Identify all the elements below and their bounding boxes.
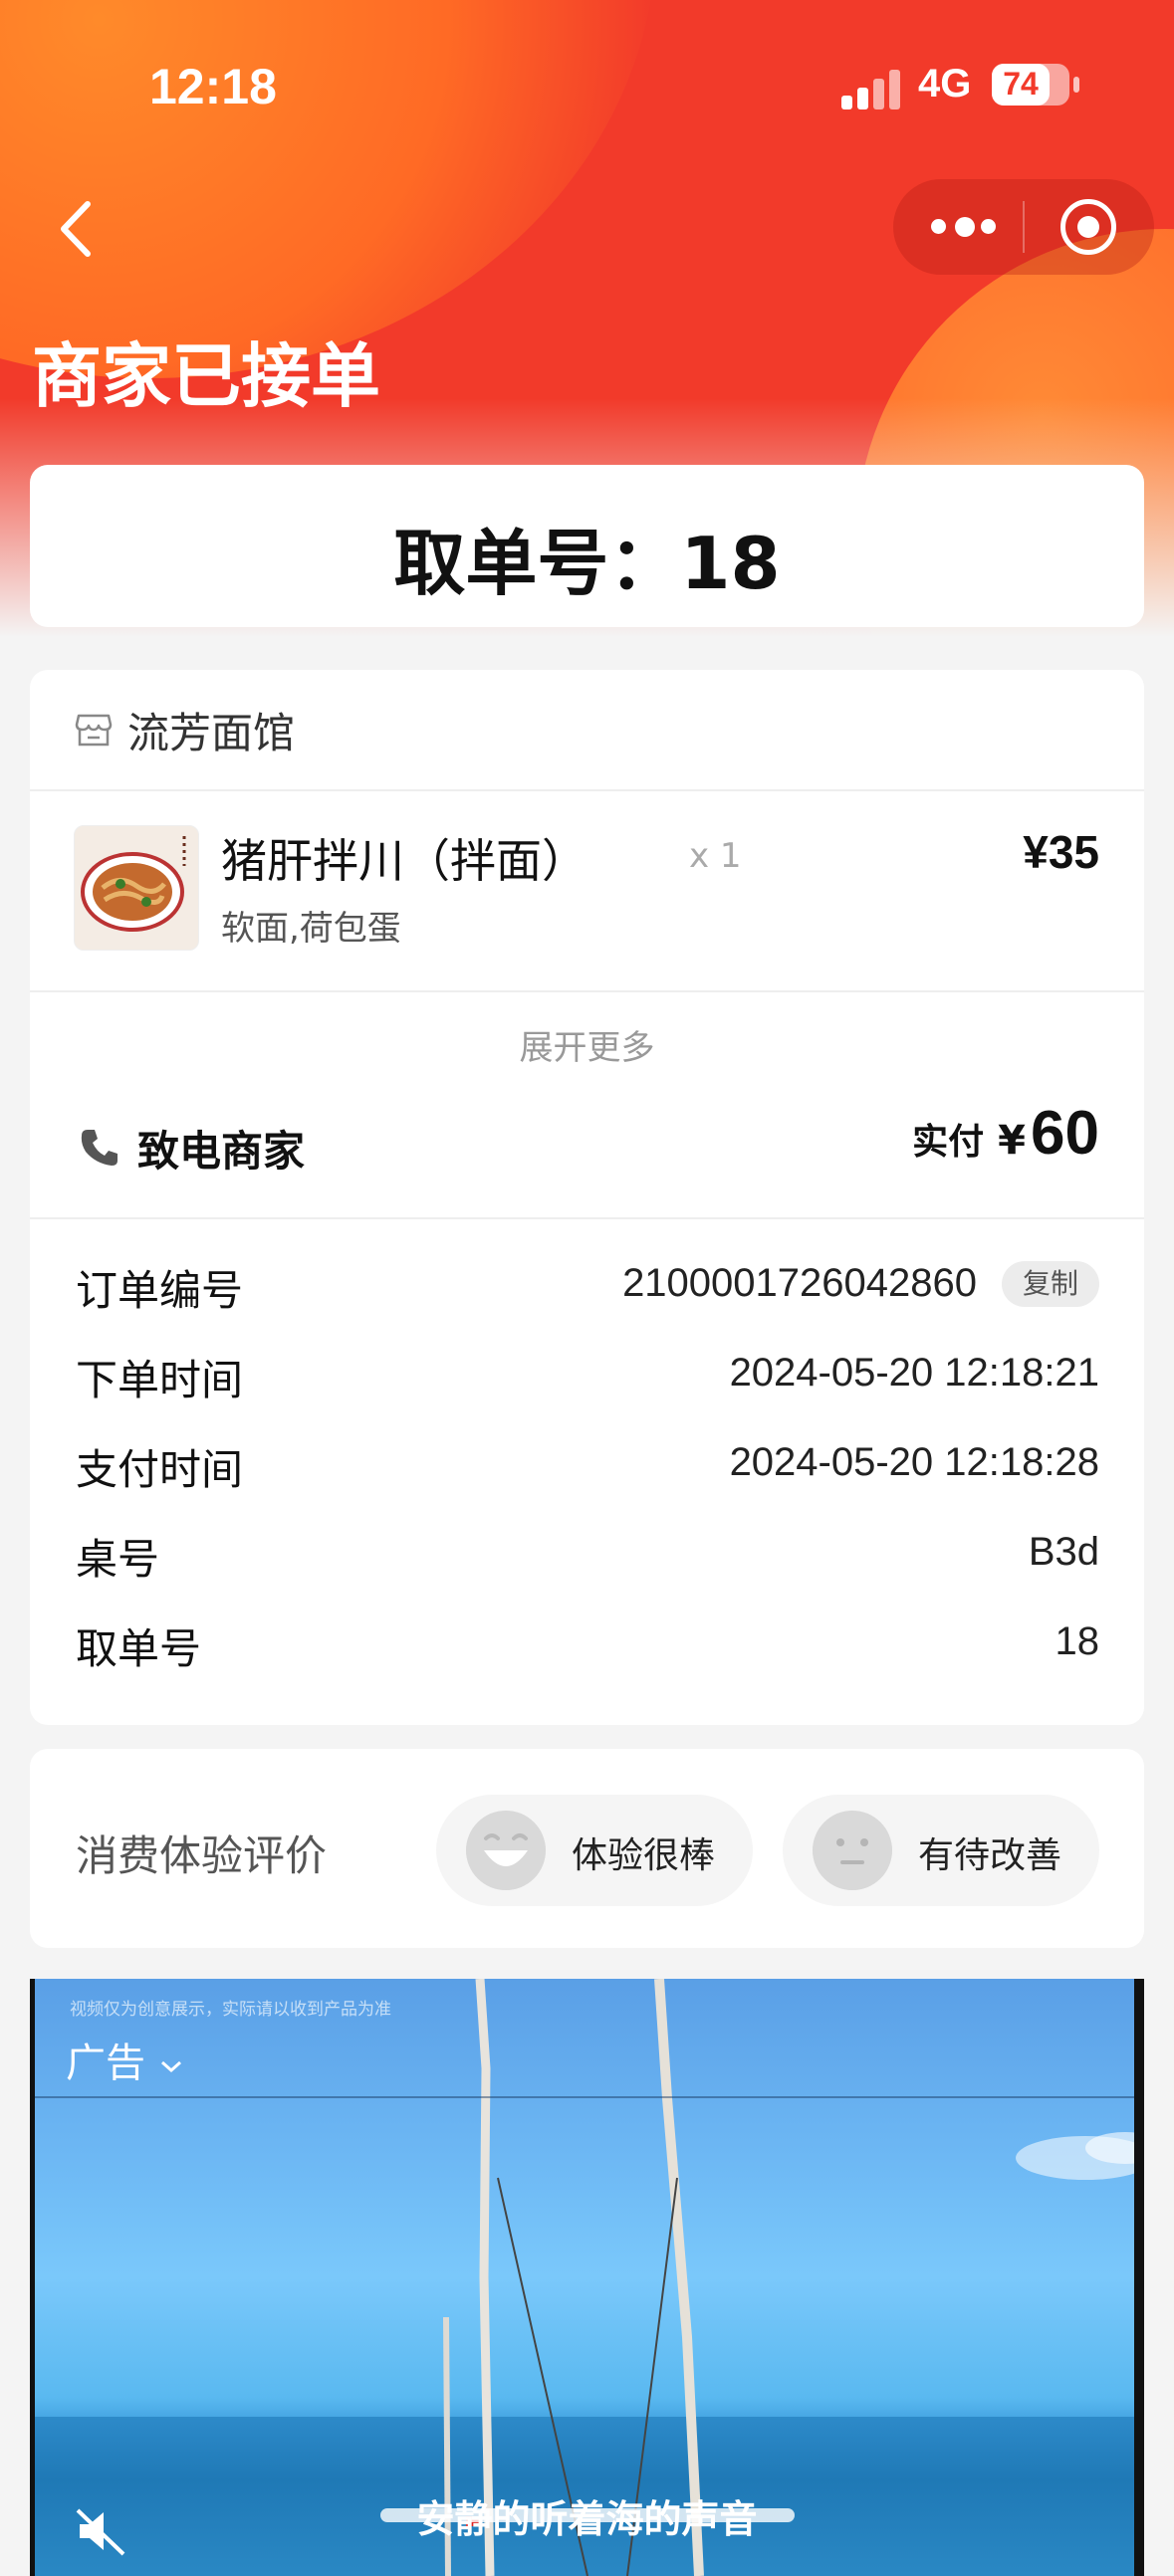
order-card: 流芳面馆 猪肝拌川（拌面） x 1 ¥35 软面,荷包蛋 展开更多 致电商家 实… [30,670,1144,1725]
copy-button[interactable]: 复制 [1002,1261,1099,1307]
status-time: 12:18 [149,59,277,114]
detail-pay-time: 支付时间 2024-05-20 12:18:28 [30,1436,1144,1496]
paid-currency: ¥ [998,1118,1026,1164]
review-improve-label: 有待改善 [918,1835,1062,1876]
ad-scene-illustration [443,1979,1144,2576]
order-time-value: 2024-05-20 12:18:21 [729,1351,1099,1395]
paid-value: 60 [1031,1099,1099,1168]
battery-level: 74 [1003,66,1039,102]
detail-order-no: 订单编号 2100001726042860 复制 [30,1257,1144,1317]
chevron-down-icon [160,2060,181,2073]
neutral-face-icon [813,1811,892,1890]
dish-quantity: x 1 [689,836,742,876]
dish-spec: 软面,荷包蛋 [221,909,401,949]
expand-more-button[interactable]: 展开更多 [30,1020,1144,1069]
pickup-number: 取单号：18 [393,522,781,605]
detail-pickup: 取单号 18 [30,1615,1144,1675]
pickup-value: 18 [1055,1619,1100,1663]
signal-icon [841,68,901,109]
dish-price: ¥35 [1023,826,1099,878]
battery-icon: 74 [992,64,1079,106]
table-value: B3d [1028,1530,1099,1574]
table-label: 桌号 [76,1535,160,1584]
review-label: 消费体验评价 [76,1831,328,1880]
close-miniprogram-icon[interactable] [1060,199,1116,255]
review-card: 消费体验评价 体验很棒 有待改善 [30,1749,1144,1948]
dish-name: 猪肝拌川（拌面） [221,834,587,888]
order-no-label: 订单编号 [76,1266,244,1315]
paid-label: 实付 [912,1122,985,1163]
detail-table: 桌号 B3d [30,1526,1144,1586]
order-no-value: 2100001726042860 [622,1261,977,1305]
page-title: 商家已接单 [32,335,380,417]
ad-video[interactable]: 视频仅为创意展示，实际请以收到产品为准 广告 安静的听着海的声音 [30,1979,1144,2576]
miniprogram-capsule [893,179,1154,275]
review-good-label: 体验很棒 [572,1835,716,1876]
chevron-left-icon [61,201,91,257]
call-merchant-button[interactable]: 致电商家 [137,1118,305,1179]
order-item: 猪肝拌川（拌面） x 1 ¥35 软面,荷包蛋 [30,791,1144,992]
dish-image [74,825,199,951]
back-button[interactable] [50,194,110,264]
pickup-label: 取单号 [76,1624,202,1673]
ad-label-dropdown[interactable]: 广告 [66,2031,184,2088]
store-icon [75,714,113,747]
ad-label-text: 广告 [66,2040,145,2086]
more-icon[interactable] [931,217,997,237]
laughing-face-icon [466,1811,546,1890]
phone-icon [81,1130,117,1166]
order-time-label: 下单时间 [76,1356,244,1404]
review-good-button[interactable]: 体验很棒 [436,1795,753,1906]
pay-time-label: 支付时间 [76,1445,244,1494]
network-type: 4G [918,62,972,106]
shop-name: 流芳面馆 [127,709,296,757]
shop-row[interactable]: 流芳面馆 [30,670,1144,791]
review-improve-button[interactable]: 有待改善 [783,1795,1099,1906]
mute-icon[interactable] [74,2506,129,2556]
call-row: 致电商家 实付 ¥ 60 [30,1098,1144,1219]
home-indicator [380,2508,795,2522]
pay-time-value: 2024-05-20 12:18:28 [729,1440,1099,1484]
pickup-number-card: 取单号：18 [30,465,1144,627]
paid-amount: 实付 ¥ 60 [912,1098,1099,1178]
ad-disclaimer: 视频仅为创意展示，实际请以收到产品为准 [70,2000,391,2020]
detail-order-time: 下单时间 2024-05-20 12:18:21 [30,1347,1144,1406]
